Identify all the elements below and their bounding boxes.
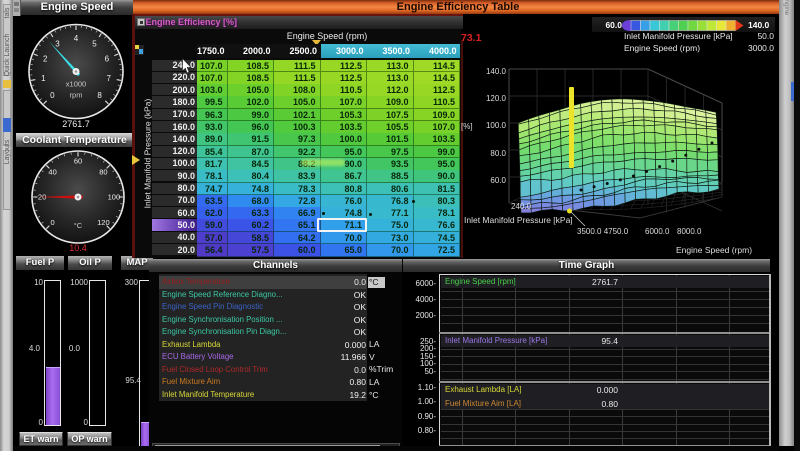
svg-text:3: 3 xyxy=(55,40,60,49)
svg-text:rpm: rpm xyxy=(70,91,83,100)
svg-text:5: 5 xyxy=(92,40,97,49)
svg-text:8: 8 xyxy=(97,91,102,100)
svg-text:°C: °C xyxy=(74,221,83,230)
svg-text:120: 120 xyxy=(97,218,110,227)
svg-text:7: 7 xyxy=(106,74,111,83)
svg-text:40: 40 xyxy=(48,167,56,176)
svg-text:0: 0 xyxy=(51,218,55,227)
svg-text:6: 6 xyxy=(105,55,110,64)
svg-text:1: 1 xyxy=(41,74,46,83)
svg-text:x1000: x1000 xyxy=(66,80,86,89)
svg-text:2: 2 xyxy=(43,55,48,64)
svg-text:100: 100 xyxy=(108,193,121,202)
svg-text:0: 0 xyxy=(50,91,55,100)
svg-text:60: 60 xyxy=(74,157,82,166)
svg-text:80: 80 xyxy=(99,167,107,176)
svg-text:4: 4 xyxy=(74,34,79,43)
